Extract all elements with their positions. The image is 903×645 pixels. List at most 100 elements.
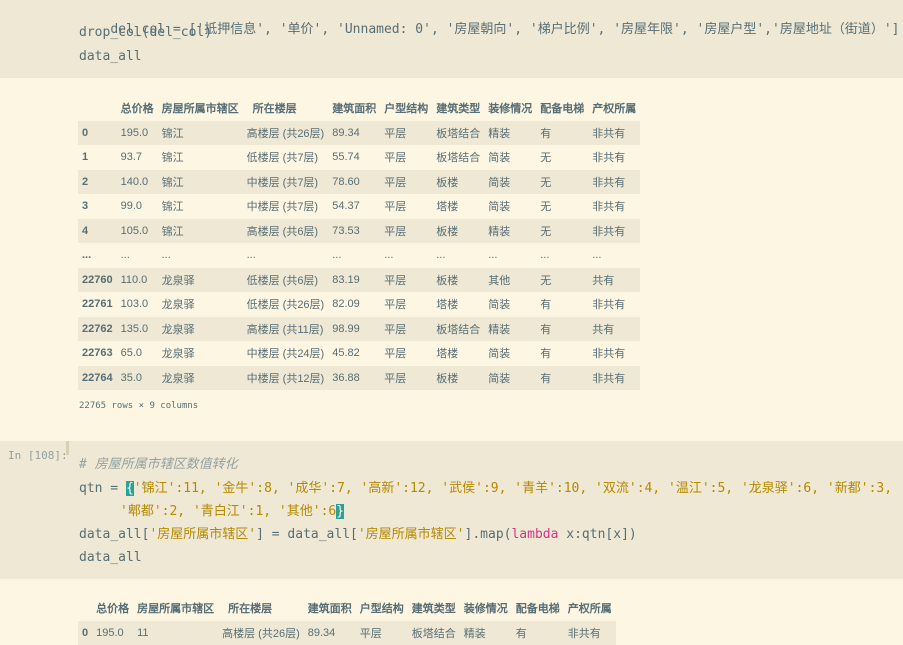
table-cell: 55.74 <box>328 145 380 170</box>
table-cell: 非共有 <box>564 621 616 645</box>
table-cell: 36.88 <box>328 366 380 391</box>
cell-collapse-bar[interactable] <box>66 441 69 455</box>
column-header: 户型结构 <box>356 596 408 621</box>
table-cell: 82.09 <box>328 292 380 317</box>
table-cell: 83.19 <box>328 268 380 293</box>
column-header: 户型结构 <box>380 96 432 121</box>
table-cell: 54.37 <box>328 194 380 219</box>
table-cell: 其他 <box>484 268 536 293</box>
table-cell: 低楼层 (共6层) <box>243 268 329 293</box>
table-cell: 精装 <box>484 219 536 244</box>
table-cell: 135.0 <box>117 317 158 342</box>
table-cell: 非共有 <box>588 341 640 366</box>
table-cell: 中楼层 (共7层) <box>243 194 329 219</box>
table-cell: ... <box>158 243 243 268</box>
table-cell: 低楼层 (共26层) <box>243 292 329 317</box>
table-cell: 简装 <box>484 145 536 170</box>
column-header: 房屋所属市辖区 <box>133 596 218 621</box>
table-cell: 锦江 <box>158 170 243 195</box>
column-header: 总价格 <box>92 596 133 621</box>
table-cell: 140.0 <box>117 170 158 195</box>
column-header: 房屋所属市辖区 <box>158 96 243 121</box>
table-header-row: 总价格房屋所属市辖区所在楼层建筑面积户型结构建筑类型装修情况配备电梯产权所属 <box>78 96 640 121</box>
table-cell: 平层 <box>380 219 432 244</box>
code-line-qtn-1: qtn = {'锦江':11, '金牛':8, '成华':7, '高新':12,… <box>79 480 892 498</box>
table-cell: 高楼层 (共6层) <box>243 219 329 244</box>
column-header: 建筑类型 <box>408 596 460 621</box>
row-index: 0 <box>78 621 92 645</box>
column-header: 所在楼层 <box>243 96 329 121</box>
table-cell: ... <box>432 243 484 268</box>
table-row: 399.0锦江中楼层 (共7层)54.37平层塔楼简装无非共有 <box>78 194 640 219</box>
table-cell: 平层 <box>380 366 432 391</box>
row-index: ... <box>78 243 117 268</box>
table-cell: 平层 <box>380 121 432 146</box>
table-cell: 73.53 <box>328 219 380 244</box>
row-index: 4 <box>78 219 117 244</box>
table-cell: 板塔结合 <box>432 121 484 146</box>
table-cell: 65.0 <box>117 341 158 366</box>
table-cell: 平层 <box>380 317 432 342</box>
table-cell: 105.0 <box>117 219 158 244</box>
table-cell: 有 <box>536 317 588 342</box>
table-cell: 锦江 <box>158 219 243 244</box>
table-row: 0195.0锦江高楼层 (共26层)89.34平层板塔结合精装有非共有 <box>78 121 640 146</box>
code-line-del-col: del_col = ['抵押信息', '单价', 'Unnamed: 0', '… <box>79 3 899 21</box>
table-cell: 89.34 <box>328 121 380 146</box>
table-row: 22762135.0龙泉驿高楼层 (共11层)98.99平层板塔结合精装有共有 <box>78 317 640 342</box>
column-header: 配备电梯 <box>512 596 564 621</box>
column-header: 产权所属 <box>564 596 616 621</box>
code-comment: # 房屋所属市辖区数值转化 <box>79 456 238 474</box>
table-cell: 无 <box>536 145 588 170</box>
code-line-data-all: data_all <box>79 48 142 66</box>
table-header-row: 总价格房屋所属市辖区所在楼层建筑面积户型结构建筑类型装修情况配备电梯产权所属 <box>78 596 616 621</box>
table-cell: 简装 <box>484 292 536 317</box>
table-cell: 龙泉驿 <box>158 317 243 342</box>
table-cell: 板楼 <box>432 170 484 195</box>
column-header: 装修情况 <box>460 596 512 621</box>
table-row: 4105.0锦江高楼层 (共6层)73.53平层板楼精装无非共有 <box>78 219 640 244</box>
table-cell: 中楼层 (共24层) <box>243 341 329 366</box>
column-header: 建筑面积 <box>328 96 380 121</box>
table-cell: 平层 <box>356 621 408 645</box>
code-line-map: data_all['房屋所属市辖区'] = data_all['房屋所属市辖区'… <box>79 526 637 544</box>
table-cell: ... <box>328 243 380 268</box>
table-cell: 精装 <box>460 621 512 645</box>
table-cell: ... <box>243 243 329 268</box>
table-cell: 有 <box>536 292 588 317</box>
brace-open: { <box>126 481 134 496</box>
table-cell: 共有 <box>588 317 640 342</box>
table-cell: 89.34 <box>304 621 356 645</box>
column-header <box>78 596 92 621</box>
table-cell: 简装 <box>484 194 536 219</box>
table-cell: 无 <box>536 170 588 195</box>
table-cell: 板楼 <box>432 268 484 293</box>
column-header <box>78 96 117 121</box>
code-cell-drop-columns[interactable]: del_col = ['抵押信息', '单价', 'Unnamed: 0', '… <box>0 0 903 78</box>
column-header: 建筑类型 <box>432 96 484 121</box>
table-cell: 无 <box>536 219 588 244</box>
table-cell: ... <box>536 243 588 268</box>
table-cell: 非共有 <box>588 292 640 317</box>
table-cell: 龙泉驿 <box>158 366 243 391</box>
table-cell: 高楼层 (共26层) <box>218 621 304 645</box>
row-index: 0 <box>78 121 117 146</box>
row-index: 22760 <box>78 268 117 293</box>
table-cell: 塔楼 <box>432 194 484 219</box>
row-index: 22763 <box>78 341 117 366</box>
table-cell: 35.0 <box>117 366 158 391</box>
table-cell: 中楼层 (共7层) <box>243 170 329 195</box>
table-row: 2140.0锦江中楼层 (共7层)78.60平层板楼简装无非共有 <box>78 170 640 195</box>
table-cell: 103.0 <box>117 292 158 317</box>
code-line-drop-col: drop_col(del_col) <box>79 24 212 42</box>
table-cell: 板塔结合 <box>432 317 484 342</box>
table-cell: 板楼 <box>432 219 484 244</box>
table-cell: 非共有 <box>588 121 640 146</box>
brace-close: } <box>336 504 344 519</box>
column-header: 所在楼层 <box>218 596 304 621</box>
table-cell: 板塔结合 <box>432 145 484 170</box>
table-row: 2276365.0龙泉驿中楼层 (共24层)45.82平层塔楼简装有非共有 <box>78 341 640 366</box>
table-cell: 非共有 <box>588 219 640 244</box>
table-cell: 195.0 <box>92 621 133 645</box>
table-row: 22760110.0龙泉驿低楼层 (共6层)83.19平层板楼其他无共有 <box>78 268 640 293</box>
